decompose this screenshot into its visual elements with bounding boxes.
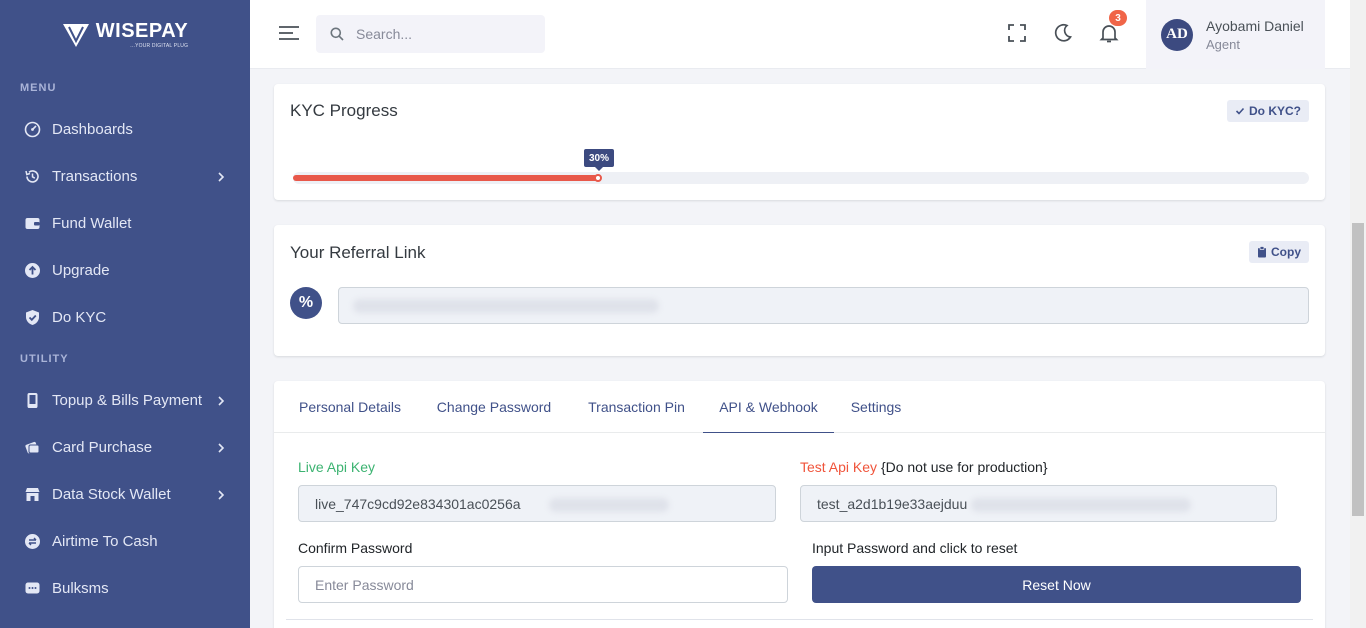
test-api-key-label: Test Api Key — [800, 459, 878, 475]
dark-mode-moon-icon[interactable] — [1052, 22, 1074, 44]
redacted-live-key — [549, 498, 669, 512]
sidebar-item-data-stock-wallet[interactable]: Data Stock Wallet — [0, 471, 250, 518]
sidebar-item-label: Upgrade — [52, 262, 110, 279]
chevron-right-icon — [218, 442, 225, 453]
sidebar-item-topup-bills[interactable]: Topup & Bills Payment — [0, 377, 250, 424]
kyc-progress-title: KYC Progress — [290, 101, 398, 120]
sidebar-item-label: Bulksms — [52, 580, 109, 597]
do-kyc-button[interactable]: Do KYC? — [1227, 100, 1309, 122]
user-profile-dropdown[interactable]: AD Ayobami Daniel Agent — [1146, 0, 1325, 69]
referral-link-title: Your Referral Link — [290, 243, 426, 262]
test-api-key-label-row: Test Api Key {Do not use for production} — [800, 459, 1048, 475]
do-kyc-label: Do KYC? — [1249, 104, 1301, 118]
sidebar-item-label: Topup & Bills Payment — [52, 392, 203, 409]
sidebar-item-fund-wallet[interactable]: Fund Wallet — [0, 200, 250, 247]
live-api-key-label: Live Api Key — [298, 459, 376, 475]
sidebar-item-label: Fund Wallet — [52, 215, 132, 232]
sidebar-item-label: Dashboards — [52, 121, 133, 138]
search-box[interactable] — [316, 15, 545, 53]
chevron-right-icon — [218, 395, 225, 406]
exchange-icon — [24, 533, 41, 550]
redacted-test-key — [971, 498, 1191, 512]
tab-settings[interactable]: Settings — [838, 381, 914, 433]
search-input[interactable] — [356, 26, 526, 42]
user-name: Ayobami Daniel — [1206, 17, 1304, 34]
card-icon — [24, 439, 41, 456]
fullscreen-icon[interactable] — [1006, 22, 1028, 44]
confirm-password-input[interactable] — [315, 576, 787, 593]
sidebar-item-airtime-to-cash[interactable]: Airtime To Cash — [0, 518, 250, 565]
history-icon — [24, 168, 41, 185]
kyc-progress-card: KYC Progress Do KYC? 30% — [274, 84, 1325, 200]
referral-link-card: Your Referral Link Copy % — [274, 225, 1325, 356]
live-api-key-value: live_747c9cd92e834301ac0256a — [315, 495, 521, 512]
notification-count-badge: 3 — [1109, 10, 1127, 26]
brand-logo[interactable]: WISEPAY ...YOUR DIGITAL PLUG — [0, 0, 250, 70]
sidebar-item-upgrade[interactable]: Upgrade — [0, 247, 250, 294]
percent-icon: % — [290, 287, 322, 319]
clipboard-icon — [1258, 246, 1266, 258]
progress-percent-label: 30% — [584, 149, 615, 171]
upgrade-icon — [24, 262, 41, 279]
shield-icon — [24, 309, 41, 326]
live-api-key-field[interactable]: live_747c9cd92e834301ac0256a — [298, 485, 776, 522]
store-icon — [24, 486, 41, 503]
sidebar-item-do-kyc[interactable]: Do KYC — [0, 294, 250, 341]
kyc-progress-handle — [594, 174, 602, 182]
divider — [286, 619, 1313, 620]
page-scrollbar-thumb[interactable] — [1352, 223, 1364, 516]
chat-icon — [24, 580, 41, 597]
chevron-right-icon — [218, 489, 225, 500]
reset-instruction-label: Input Password and click to reset — [812, 540, 1018, 556]
brand-name: WISEPAY — [95, 20, 189, 42]
sidebar: WISEPAY ...YOUR DIGITAL PLUG MENU Dashbo… — [0, 0, 250, 628]
sidebar-item-label: Data Stock Wallet — [52, 486, 171, 503]
confirm-password-field[interactable] — [298, 566, 788, 603]
topbar: 3 AD Ayobami Daniel Agent — [250, 0, 1350, 69]
kyc-progress-fill — [293, 175, 598, 181]
profile-settings-card: Personal Details Change Password Transac… — [274, 381, 1325, 628]
test-api-key-value: test_a2d1b19e33aejduu — [817, 495, 968, 512]
reset-now-button[interactable]: Reset Now — [812, 566, 1301, 603]
sidebar-item-label: Airtime To Cash — [52, 533, 158, 550]
test-api-key-note: {Do not use for production} — [880, 459, 1048, 475]
copy-label: Copy — [1271, 245, 1301, 259]
phone-icon — [24, 392, 41, 409]
check-icon — [1235, 107, 1245, 115]
search-icon — [330, 27, 344, 41]
tab-api-webhook[interactable]: API & Webhook — [703, 381, 834, 433]
profile-tabs: Personal Details Change Password Transac… — [274, 381, 1325, 433]
logo-icon — [62, 24, 89, 47]
redacted-referral-url — [353, 299, 659, 313]
sidebar-item-label: Card Purchase — [52, 439, 153, 456]
confirm-password-label: Confirm Password — [298, 540, 413, 556]
sidebar-item-dashboards[interactable]: Dashboards — [0, 106, 250, 153]
user-role: Agent — [1206, 36, 1240, 52]
menu-section-title: MENU — [20, 82, 57, 94]
tab-change-password[interactable]: Change Password — [418, 381, 570, 433]
kyc-progress-bar — [293, 172, 1309, 184]
referral-link-field[interactable] — [338, 287, 1309, 324]
sidebar-item-bulksms[interactable]: Bulksms — [0, 565, 250, 612]
wallet-icon — [24, 215, 41, 232]
sidebar-item-transactions[interactable]: Transactions — [0, 153, 250, 200]
hamburger-menu-icon[interactable] — [278, 24, 300, 42]
sidebar-item-label: Transactions — [52, 168, 138, 185]
chevron-right-icon — [218, 171, 225, 182]
sidebar-item-card-purchase[interactable]: Card Purchase — [0, 424, 250, 471]
copy-referral-button[interactable]: Copy — [1249, 241, 1309, 263]
tab-personal-details[interactable]: Personal Details — [286, 381, 414, 433]
sidebar-item-label: Do KYC — [52, 309, 107, 326]
brand-tagline: ...YOUR DIGITAL PLUG — [130, 43, 189, 49]
avatar: AD — [1161, 18, 1193, 51]
utility-section-title: UTILITY — [20, 353, 69, 365]
tab-transaction-pin[interactable]: Transaction Pin — [574, 381, 699, 433]
dashboard-icon — [24, 121, 41, 138]
test-api-key-field[interactable]: test_a2d1b19e33aejduu — [800, 485, 1277, 522]
